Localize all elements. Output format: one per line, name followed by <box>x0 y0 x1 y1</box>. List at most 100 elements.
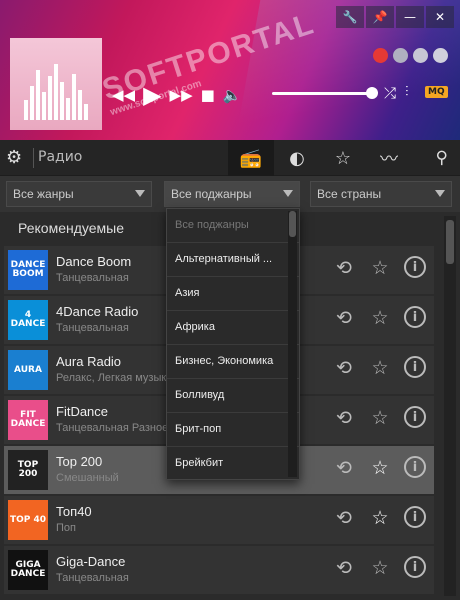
info-icon[interactable]: i <box>404 256 426 278</box>
radio-app-window: 🔧 📌 — ✕ SOFTPORTAL www.softportal.com ◀◀… <box>0 0 460 600</box>
station-genre: Танцевальная <box>56 572 129 584</box>
view-tabs: 📻 ◐ ☆ 〰 <box>228 140 412 176</box>
radio-icon[interactable]: 📻 <box>228 140 274 176</box>
station-name: 4Dance Radio <box>56 304 139 319</box>
subgenre-option[interactable]: Болливуд <box>167 379 299 413</box>
subgenre-option[interactable]: Альтернативный ... <box>167 243 299 277</box>
station-name: FitDance <box>56 404 109 419</box>
scrollbar[interactable] <box>444 216 456 596</box>
chevron-down-icon <box>435 190 445 197</box>
tools-icon[interactable]: 🔧 <box>336 6 364 28</box>
discord-icon[interactable] <box>393 48 408 63</box>
country-select[interactable]: Все страны <box>310 181 452 207</box>
gear-icon[interactable]: ⚙ <box>6 147 22 168</box>
station-logo: FIT DANCE <box>8 400 48 440</box>
player-header: 🔧 📌 — ✕ SOFTPORTAL www.softportal.com ◀◀… <box>0 0 460 140</box>
favorite-star-icon[interactable]: ☆ <box>368 556 392 580</box>
favorite-star-icon[interactable]: ☆ <box>368 456 392 480</box>
info-icon[interactable]: i <box>404 556 426 578</box>
country-select-value: Все страны <box>317 187 382 201</box>
station-actions: ⟲ ☆ i <box>332 406 426 430</box>
station-row[interactable]: GIGA DANCE Giga-Dance Танцевальная ⟲ ☆ i <box>4 546 434 594</box>
help-icon[interactable] <box>433 48 448 63</box>
station-logo: AURA <box>8 350 48 390</box>
globe-icon[interactable]: ◐ <box>274 140 320 176</box>
history-icon[interactable]: ⟲ <box>332 556 356 580</box>
quality-badge[interactable]: MQ <box>425 86 448 98</box>
favorite-star-icon[interactable]: ☆ <box>368 256 392 280</box>
station-logo: DANCE BOOM <box>8 250 48 290</box>
history-icon[interactable]: ⟲ <box>332 456 356 480</box>
subgenre-select-value: Все поджанры <box>171 187 252 201</box>
info-icon[interactable]: i <box>404 506 426 528</box>
info-icon[interactable]: i <box>404 356 426 378</box>
history-icon[interactable]: ⟲ <box>332 406 356 430</box>
info-icon[interactable]: i <box>404 456 426 478</box>
dropdown-scrollbar[interactable] <box>288 211 297 477</box>
previous-icon[interactable]: ◀◀ <box>112 87 135 103</box>
info-icon[interactable]: i <box>404 406 426 428</box>
info-icon[interactable]: i <box>404 306 426 328</box>
stop-icon[interactable]: ■ <box>201 87 215 103</box>
close-button[interactable]: ✕ <box>426 6 454 28</box>
favorite-star-icon[interactable]: ☆ <box>368 506 392 530</box>
list-title: Рекомендуемые <box>18 220 124 236</box>
station-logo: TOP 40 <box>8 500 48 540</box>
subgenre-option[interactable]: Брейкбит <box>167 447 299 479</box>
record-icon[interactable] <box>373 48 388 63</box>
station-row[interactable]: TOP 40 Топ40 Поп ⟲ ☆ i <box>4 496 434 544</box>
pin-icon[interactable]: 📌 <box>366 6 394 28</box>
station-actions: ⟲ ☆ i <box>332 256 426 280</box>
window-controls: 🔧 📌 — ✕ <box>334 6 454 28</box>
station-name: Dance Boom <box>56 254 132 269</box>
playback-controls: ◀◀ ▶ ▶▶ ■ 🔈 <box>112 83 242 107</box>
history-icon[interactable]: ⟲ <box>332 356 356 380</box>
scrollbar-thumb[interactable] <box>446 220 454 264</box>
subgenre-option[interactable]: Азия <box>167 277 299 311</box>
station-actions: ⟲ ☆ i <box>332 306 426 330</box>
chevron-down-icon <box>135 190 145 197</box>
shuffle-icon[interactable]: ⤮ <box>384 84 396 102</box>
waveform-icon[interactable]: 〰 <box>366 140 412 176</box>
history-icon[interactable]: ⟲ <box>332 506 356 530</box>
search-icon[interactable]: ⚲ <box>436 148 448 168</box>
favorite-star-icon[interactable]: ☆ <box>368 306 392 330</box>
volume-slider[interactable] <box>272 87 378 99</box>
favorite-star-icon[interactable]: ☆ <box>368 356 392 380</box>
chrome-icon[interactable] <box>413 48 428 63</box>
filter-bar: Все жанры Все поджанры Все страны <box>0 176 460 212</box>
equalizer-icon[interactable]: ⫶ <box>405 84 409 100</box>
main-toolbar: ⚙ Радио 📻 ◐ ☆ 〰 ⚲ <box>0 140 460 176</box>
dropdown-scrollbar-thumb[interactable] <box>289 211 296 237</box>
next-icon[interactable]: ▶▶ <box>170 87 193 103</box>
chevron-down-icon <box>283 190 293 197</box>
station-name: Aura Radio <box>56 354 122 369</box>
history-icon[interactable]: ⟲ <box>332 256 356 280</box>
station-logo: 4 DANCE <box>8 300 48 340</box>
station-logo: TOP 200 <box>8 450 48 490</box>
equalizer-graphic <box>24 60 88 120</box>
subgenre-option[interactable]: Бизнес, Экономика <box>167 345 299 379</box>
station-name: Top 200 <box>56 454 103 469</box>
star-icon[interactable]: ☆ <box>320 140 366 176</box>
genre-select-value: Все жанры <box>13 187 74 201</box>
subgenre-option[interactable]: Африка <box>167 311 299 345</box>
volume-slider-knob[interactable] <box>366 87 378 99</box>
section-label: Радио <box>38 149 83 165</box>
history-icon[interactable]: ⟲ <box>332 306 356 330</box>
station-actions: ⟲ ☆ i <box>332 356 426 380</box>
minimize-button[interactable]: — <box>396 6 424 28</box>
favorite-star-icon[interactable]: ☆ <box>368 406 392 430</box>
genre-select[interactable]: Все жанры <box>6 181 152 207</box>
station-cover-art <box>10 38 102 130</box>
toolbar-divider <box>33 148 34 168</box>
play-icon[interactable]: ▶ <box>143 83 161 107</box>
volume-icon[interactable]: 🔈 <box>223 87 242 103</box>
share-buttons <box>373 48 448 63</box>
station-actions: ⟲ ☆ i <box>332 556 426 580</box>
subgenre-option[interactable]: Брит-поп <box>167 413 299 447</box>
subgenre-select[interactable]: Все поджанры <box>164 181 300 207</box>
station-name: Топ40 <box>56 504 92 519</box>
station-genre: Поп <box>56 522 76 534</box>
subgenre-option[interactable]: Все поджанры <box>167 209 299 243</box>
